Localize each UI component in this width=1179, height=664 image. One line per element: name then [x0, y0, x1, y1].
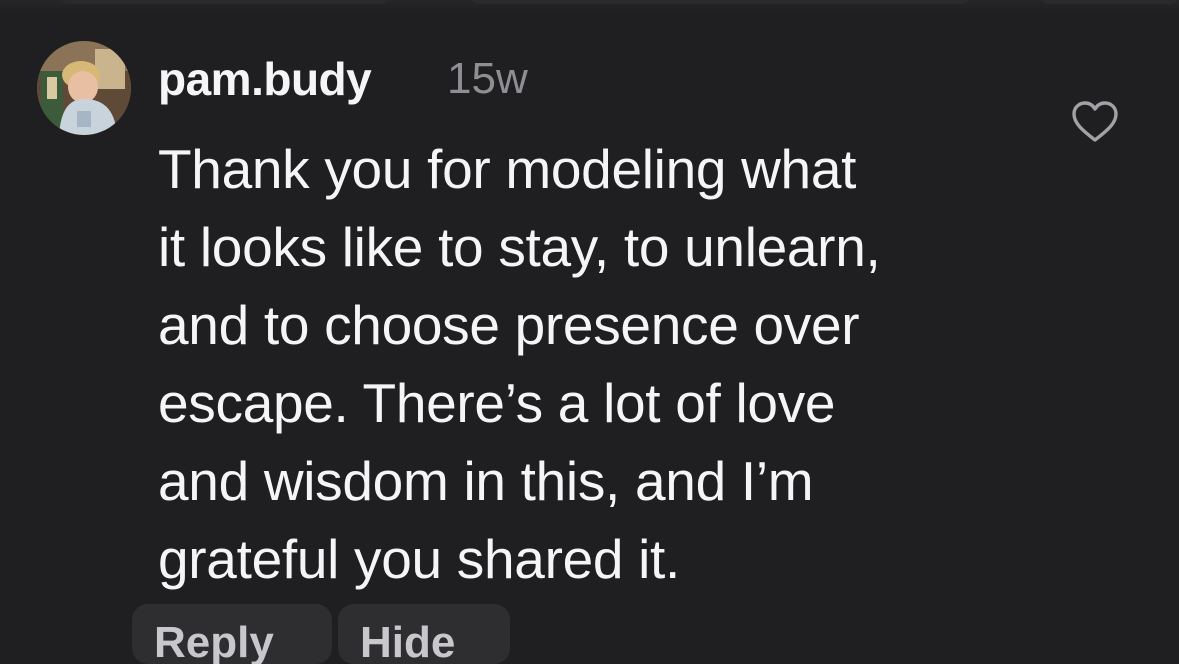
comment-username[interactable]: pam.budy — [158, 52, 372, 106]
previous-item-edge — [1040, 0, 1179, 4]
avatar[interactable] — [37, 41, 131, 135]
comment-body: Thank you for modeling what it looks lik… — [158, 138, 881, 590]
previous-item-edge — [470, 0, 970, 4]
hide-button[interactable]: Hide — [338, 604, 510, 664]
like-button[interactable] — [1070, 98, 1120, 146]
reply-button[interactable]: Reply — [132, 604, 332, 664]
heart-outline-icon — [1072, 101, 1118, 142]
comment-timestamp: 15w — [447, 54, 528, 103]
avatar-image — [37, 41, 131, 135]
previous-item-edge — [60, 0, 390, 4]
